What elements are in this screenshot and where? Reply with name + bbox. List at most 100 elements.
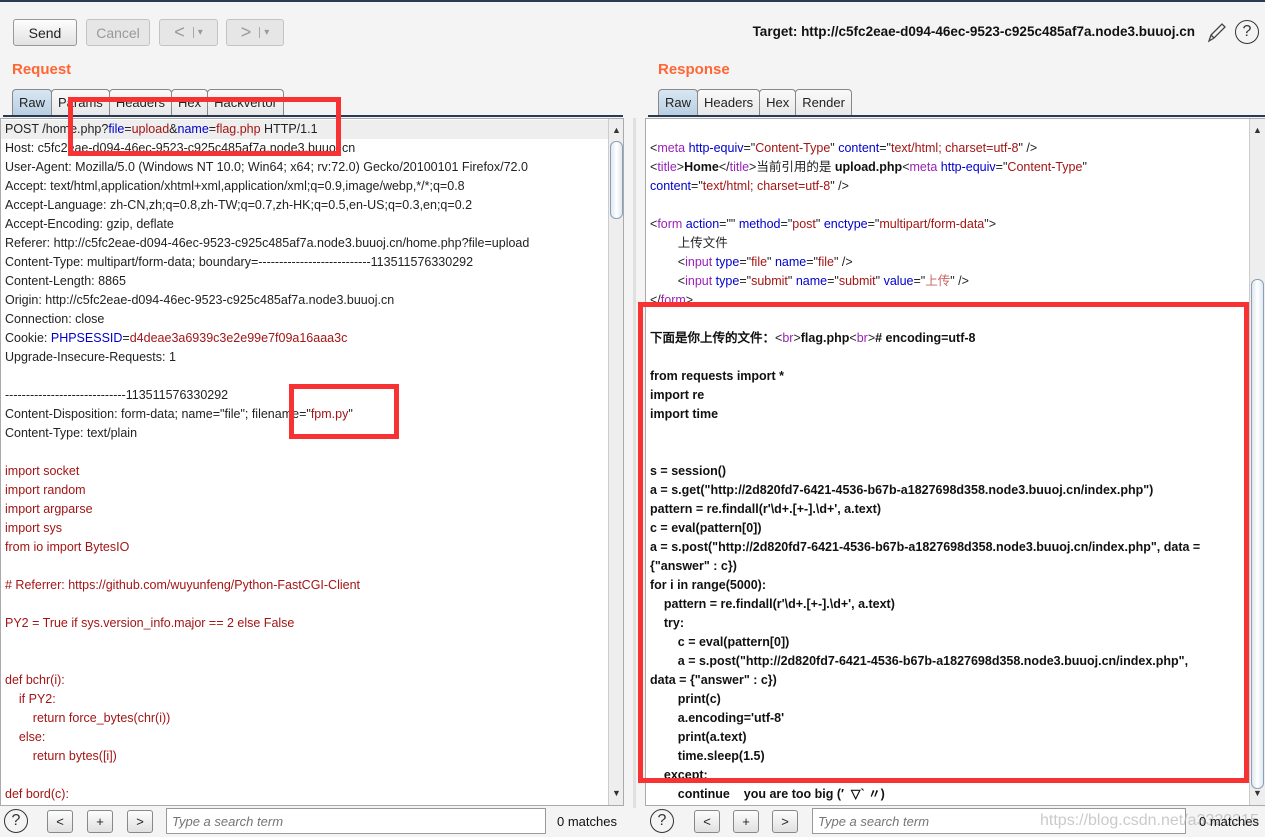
tab-params[interactable]: Params xyxy=(51,89,110,115)
code-token: br xyxy=(856,331,868,345)
request-search-prev-button[interactable]: < xyxy=(47,810,73,833)
code-token: < xyxy=(650,274,686,288)
tab-headers[interactable]: Headers xyxy=(108,89,172,115)
response-line: pattern = re.findall(r'\d+.[+-].\d+', a.… xyxy=(650,595,895,614)
response-scrollbar[interactable]: ▲ ▼ xyxy=(1249,119,1265,805)
code-token: s = session() xyxy=(650,464,727,478)
response-search-add-button[interactable]: + xyxy=(733,810,759,833)
code-token: print(a.text) xyxy=(650,730,747,744)
code-token: input xyxy=(685,274,713,288)
forward-button[interactable]: > ▾ xyxy=(226,19,284,46)
request-editor[interactable]: POST /home.php?file=upload&name=flag.php… xyxy=(0,118,624,806)
request-search-next-button[interactable]: > xyxy=(127,810,153,833)
request-search-input[interactable] xyxy=(166,808,546,834)
request-line: else: xyxy=(5,728,45,747)
request-search-help-icon[interactable]: ? xyxy=(4,809,28,833)
code-token: flag.php xyxy=(216,122,261,136)
request-line: Referer: http://c5fc2eae-d094-46ec-9523-… xyxy=(5,234,529,253)
code-token: Content-Type xyxy=(755,141,831,155)
code-token: & xyxy=(169,122,178,136)
request-search-add-button[interactable]: + xyxy=(87,810,113,833)
scroll-down-icon[interactable]: ▼ xyxy=(609,786,623,801)
code-token: content xyxy=(838,141,880,155)
code-token: text/html; charset=utf-8 xyxy=(702,179,831,193)
code-token: "> xyxy=(984,217,997,231)
response-line: <input type="file" name="file" /> xyxy=(650,253,853,272)
code-token: if PY2: xyxy=(5,692,56,706)
back-menu-icon[interactable]: ▾ xyxy=(192,27,203,38)
pencil-icon[interactable] xyxy=(1206,20,1228,44)
scroll-down-icon[interactable]: ▼ xyxy=(1250,786,1265,801)
code-token: Home xyxy=(684,160,719,174)
forward-menu-icon[interactable]: ▾ xyxy=(259,27,269,38)
scroll-thumb[interactable] xyxy=(610,141,623,219)
help-icon[interactable]: ? xyxy=(1235,20,1259,44)
code-token: =" xyxy=(913,274,926,288)
target-label: Target: http://c5fc2eae-d094-46ec-9523-c… xyxy=(752,24,1195,39)
code-token: content xyxy=(650,179,692,193)
pane-divider[interactable] xyxy=(633,118,636,808)
back-button[interactable]: < ▾ xyxy=(159,19,218,46)
request-line: PY2 = True if sys.version_info.major == … xyxy=(5,614,294,633)
scroll-up-icon[interactable]: ▲ xyxy=(609,123,623,138)
tab-hackvertor[interactable]: Hackvertor xyxy=(207,89,284,115)
response-line: import re xyxy=(650,386,704,405)
code-token: a.encoding='utf-8' xyxy=(650,711,785,725)
request-line: Content-Disposition: form-data; name="fi… xyxy=(5,405,353,424)
request-line: Host: c5fc2eae-d094-46ec-9523-c925c485af… xyxy=(5,139,355,158)
response-editor[interactable]: <meta http-equiv="Content-Type" content=… xyxy=(645,118,1265,806)
cancel-button[interactable]: Cancel xyxy=(86,19,150,46)
code-token: # Referrer: https://github.com/wuyunfeng… xyxy=(5,578,361,592)
code-token: =" xyxy=(739,274,752,288)
code-token: Content-Type: multipart/form-data; bound… xyxy=(5,255,474,269)
code-token: value xyxy=(883,274,914,288)
tab-raw[interactable]: Raw xyxy=(12,89,53,115)
response-line: print(c) xyxy=(650,690,721,709)
code-token: def bchr(i): xyxy=(5,673,65,687)
code-token: " xyxy=(830,141,839,155)
code-token: User-Agent: Mozilla/5.0 (Windows NT 10.0… xyxy=(5,160,528,174)
response-line: pattern = re.findall(r'\d+.[+-].\d+', a.… xyxy=(650,500,881,519)
code-token: =" xyxy=(691,179,703,193)
code-token: PY2 = True if sys.version_info.major == … xyxy=(5,616,295,630)
scroll-up-icon[interactable]: ▲ xyxy=(1250,123,1265,138)
request-line: Accept-Language: zh-CN,zh;q=0.8,zh-TW;q=… xyxy=(5,196,472,215)
code-token: Content-Disposition: form-data; name="fi… xyxy=(5,407,311,421)
code-token: " xyxy=(875,274,884,288)
request-scrollbar[interactable]: ▲ ▼ xyxy=(608,119,623,805)
response-line: continue you are too big (′ ▽` 〃) xyxy=(650,785,885,804)
tab-hex[interactable]: Hex xyxy=(170,89,209,115)
response-line: </form> xyxy=(650,291,693,310)
response-tabs: Raw Headers Hex Render xyxy=(658,89,852,115)
code-token: " xyxy=(1082,160,1087,174)
code-token: 下面是你上传的文件： xyxy=(650,331,776,345)
scroll-thumb[interactable] xyxy=(1251,279,1264,789)
code-token: 上传文件 xyxy=(650,236,728,250)
code-token: import time xyxy=(650,407,719,421)
code-token: > xyxy=(793,331,801,345)
tab-render[interactable]: Render xyxy=(795,89,852,115)
tab-raw[interactable]: Raw xyxy=(658,89,699,115)
response-search-help-icon[interactable]: ? xyxy=(650,809,674,833)
response-line: <title>Home</title>当前引用的是 upload.php<met… xyxy=(650,158,1087,177)
request-line: # Referrer: https://github.com/wuyunfeng… xyxy=(5,576,360,595)
code-token: enctype xyxy=(823,217,868,231)
code-token: " xyxy=(787,274,796,288)
send-button[interactable]: Send xyxy=(13,19,77,46)
request-line: def bchr(i): xyxy=(5,671,65,690)
response-line: except: xyxy=(650,766,708,785)
response-line: for i in range(5000): xyxy=(650,576,766,595)
code-token: =" xyxy=(995,160,1008,174)
tab-headers[interactable]: Headers xyxy=(697,89,761,115)
code-token: title xyxy=(729,160,750,174)
code-token: Origin: http://c5fc2eae-d094-46ec-9523-c… xyxy=(5,293,395,307)
response-search-prev-button[interactable]: < xyxy=(694,810,720,833)
code-token: import socket xyxy=(5,464,80,478)
response-search-next-button[interactable]: > xyxy=(772,810,798,833)
code-token: text/html; charset=utf-8 xyxy=(890,141,1019,155)
tab-hex[interactable]: Hex xyxy=(759,89,797,115)
code-token: d4deae3a6939c3e2e99e7f09a16aaa3c xyxy=(129,331,348,345)
response-line: data = {"answer" : c}) xyxy=(650,671,777,690)
forward-arrow-icon: > xyxy=(240,22,252,42)
code-token: < xyxy=(650,255,686,269)
